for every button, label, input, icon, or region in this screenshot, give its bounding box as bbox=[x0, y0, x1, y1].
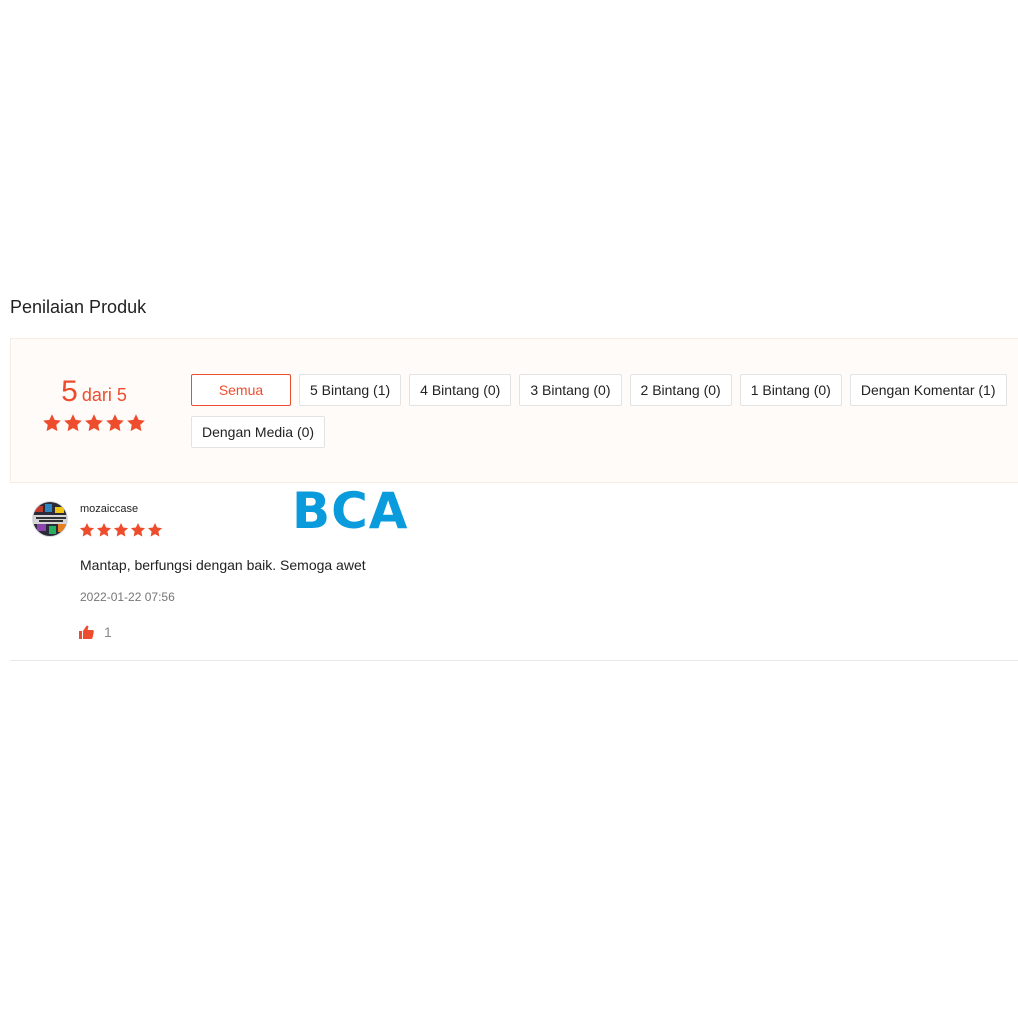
star-icon bbox=[64, 414, 82, 432]
star-icon bbox=[127, 414, 145, 432]
star-icon bbox=[79, 523, 95, 537]
filter-5-star-button[interactable]: 5 Bintang (1) bbox=[299, 374, 402, 406]
filter-all-button[interactable]: Semua bbox=[191, 374, 291, 406]
review-comment: Mantap, berfungsi dengan baik. Semoga aw… bbox=[80, 557, 366, 573]
thumbs-up-icon bbox=[79, 625, 94, 639]
filter-with-comment-button[interactable]: Dengan Komentar (1) bbox=[849, 374, 1007, 406]
rating-filters: Semua 5 Bintang (1) 4 Bintang (0) 3 Bint… bbox=[191, 374, 1016, 448]
like-count: 1 bbox=[104, 624, 112, 640]
rating-score: 5 bbox=[61, 375, 78, 408]
watermark-text: BCA bbox=[292, 482, 409, 540]
review-username[interactable]: mozaiccase bbox=[80, 503, 138, 515]
rating-summary: 5 dari 5 bbox=[41, 377, 147, 433]
filter-1-star-button[interactable]: 1 Bintang (0) bbox=[739, 374, 842, 406]
star-icon bbox=[113, 523, 129, 537]
filter-4-star-button[interactable]: 4 Bintang (0) bbox=[409, 374, 512, 406]
like-button[interactable]: 1 bbox=[79, 624, 112, 640]
section-title: Penilaian Produk bbox=[10, 297, 147, 317]
rating-stars bbox=[41, 413, 147, 433]
star-icon bbox=[43, 414, 61, 432]
star-icon bbox=[147, 523, 163, 537]
rating-overview: 5 dari 5 Semua 5 Bintang (1) 4 Bintang (0… bbox=[10, 338, 1018, 483]
star-icon bbox=[130, 523, 146, 537]
review-stars bbox=[79, 522, 163, 538]
star-icon bbox=[96, 523, 112, 537]
review-timestamp: 2022-01-22 07:56 bbox=[80, 590, 175, 604]
filter-2-star-button[interactable]: 2 Bintang (0) bbox=[629, 374, 732, 406]
star-icon bbox=[106, 414, 124, 432]
rating-score-suffix: dari 5 bbox=[81, 385, 127, 405]
review-item: mozaiccase Mantap, berfungsi dengan baik… bbox=[10, 484, 1018, 661]
avatar[interactable] bbox=[32, 501, 68, 537]
filter-3-star-button[interactable]: 3 Bintang (0) bbox=[519, 374, 622, 406]
star-icon bbox=[85, 414, 103, 432]
filter-with-media-button[interactable]: Dengan Media (0) bbox=[191, 416, 326, 448]
